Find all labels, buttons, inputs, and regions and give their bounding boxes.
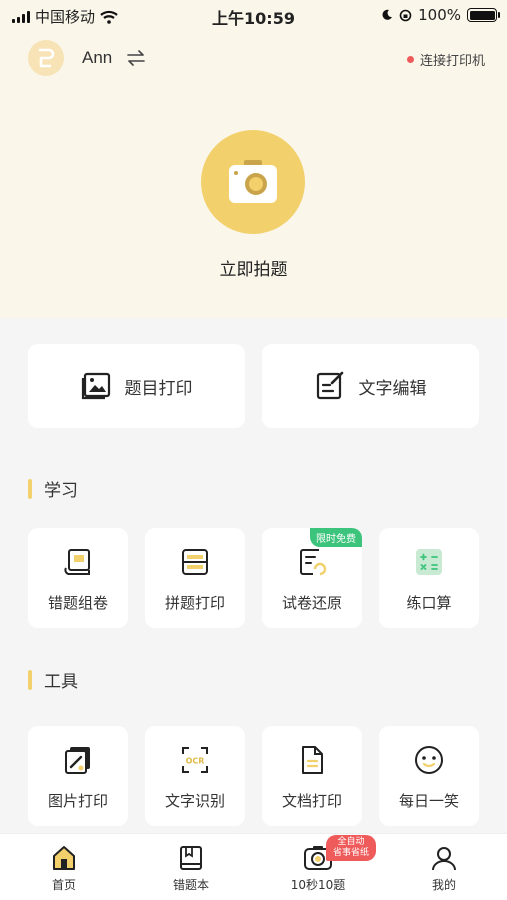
battery-percent: 100% [418,6,461,24]
connect-printer-link[interactable]: 连接打印机 [406,50,485,69]
user-row[interactable]: Ann [28,40,146,76]
moon-icon [382,9,393,20]
document-print-tile[interactable]: 文档打印 [262,726,362,826]
combine-print-icon [182,549,208,575]
text-edit-label: 文字编辑 [358,378,427,399]
tab-quick-ten-label: 10秒10题 [290,878,346,892]
ocr-label: 文字识别 [164,792,225,810]
exam-restore-tile[interactable]: 限时免费 试卷还原 [262,528,362,628]
question-print-card[interactable]: 题目打印 [28,344,245,428]
battery-icon [467,8,500,22]
printer-status-dot [406,56,414,63]
profile-icon [432,847,456,871]
notebook-icon [180,846,202,870]
question-print-label: 题目打印 [124,378,193,399]
study-section-title: 学习 [28,476,78,501]
tab-profile[interactable]: 我的 [399,844,489,893]
daily-joke-label: 每日一笑 [398,792,459,810]
take-photo-button[interactable] [201,130,305,234]
home-icon [53,846,75,870]
rotation-lock-icon [399,9,412,21]
ocr-tile[interactable]: OCR 文字识别 [145,726,245,826]
text-edit-card[interactable]: 文字编辑 [262,344,479,428]
ocr-icon-text: OCR [186,757,205,766]
take-photo-label: 立即拍题 [219,260,288,280]
exam-restore-icon [300,549,327,576]
picture-print-tile[interactable]: 图片打印 [28,726,128,826]
tab-notebook[interactable]: 错题本 [146,844,236,893]
daily-joke-tile[interactable]: 每日一笑 [379,726,479,826]
tab-notebook-label: 错题本 [172,878,209,892]
mental-math-label: 练口算 [406,594,452,612]
wrong-question-paper-tile[interactable]: 错题组卷 [28,528,128,628]
logo-icon [38,48,55,68]
username: Ann [82,48,113,67]
picture-print-label: 图片打印 [47,792,108,810]
tools-section-title: 工具 [28,667,78,692]
auto-save-badge-line1: 全自动 [337,837,365,847]
image-icon [81,372,110,400]
status-bar: 中国移动 上午10:59 100% [0,0,507,30]
section-accent-bar [28,478,32,499]
tab-home-label: 首页 [51,878,76,892]
tab-home[interactable]: 首页 [19,844,109,893]
avatar[interactable] [28,40,64,76]
combine-print-label: 拼题打印 [164,594,225,612]
picture-print-icon [65,747,90,774]
tab-bar: 首页 错题本 10秒10题 我的 [0,833,507,900]
auto-save-badge-line2: 省事省纸 [333,848,370,858]
tools-title: 工具 [44,672,78,692]
combine-print-tile[interactable]: 拼题打印 [145,528,245,628]
document-print-label: 文档打印 [281,792,342,810]
exam-restore-label: 试卷还原 [281,594,342,612]
connect-printer-label: 连接打印机 [419,54,485,69]
paper-roll-icon [64,549,90,576]
limited-free-badge: 限时免费 [310,528,362,547]
edit-icon [316,371,343,400]
wrong-question-paper-label: 错题组卷 [47,594,108,612]
tab-profile-label: 我的 [431,878,456,892]
document-icon [302,746,323,774]
ocr-icon: OCR [182,747,208,773]
auto-save-badge: 全自动 省事省纸 [326,835,377,861]
calculator-icon [416,549,442,575]
section-accent-bar [28,669,32,690]
smile-icon [415,746,443,774]
mental-math-tile[interactable]: 练口算 [379,528,479,628]
study-title: 学习 [44,481,78,501]
switch-account-icon[interactable] [126,50,146,66]
camera-icon [229,160,277,203]
